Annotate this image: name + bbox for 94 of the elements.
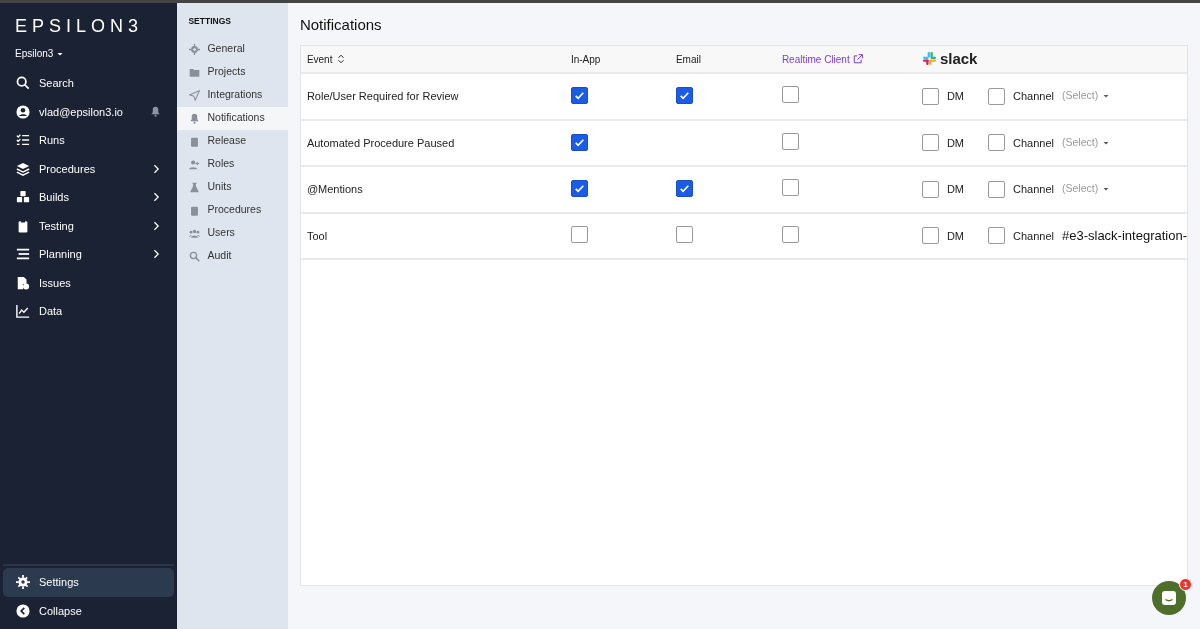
checkbox[interactable] xyxy=(921,87,939,105)
channel-label: Channel xyxy=(1013,182,1054,197)
bars-icon xyxy=(16,247,30,262)
nav-item[interactable]: Testing xyxy=(3,211,175,240)
search-icon xyxy=(189,250,201,262)
check-icon xyxy=(573,90,585,101)
settings-nav-item[interactable]: Release xyxy=(177,129,288,153)
cubes-icon xyxy=(16,190,30,205)
page-title: Notifications xyxy=(299,16,383,34)
chat-bubble-icon xyxy=(1161,590,1177,606)
nav-item[interactable]: Search xyxy=(3,69,175,98)
event-name: Automated Procedure Paused xyxy=(306,135,456,151)
external-link-icon xyxy=(852,54,863,64)
column-header: Email xyxy=(675,52,702,67)
layers-icon xyxy=(16,161,30,176)
channel-label: Channel xyxy=(1013,89,1054,104)
bell-icon xyxy=(150,106,162,118)
gear-icon xyxy=(16,575,30,590)
dm-label: DM xyxy=(946,89,964,104)
nav-item[interactable]: vlad@epsilon3.io xyxy=(3,97,175,126)
checkbox[interactable] xyxy=(570,87,588,104)
realtime-client-link[interactable]: Realtime Client xyxy=(781,51,863,67)
checkbox[interactable] xyxy=(675,87,693,104)
user-icon xyxy=(16,104,30,119)
nav-item[interactable]: Collapse xyxy=(3,596,175,625)
clipboard-icon xyxy=(16,218,30,233)
checkbox[interactable] xyxy=(570,180,588,197)
checkbox[interactable] xyxy=(781,132,799,150)
user-plus-icon xyxy=(189,158,201,170)
event-name: Tool xyxy=(306,228,329,244)
checkbox[interactable] xyxy=(570,225,588,243)
dm-label: DM xyxy=(946,135,964,151)
users-icon xyxy=(189,227,201,239)
nav-item[interactable]: Procedures xyxy=(3,154,175,183)
back-circle-icon xyxy=(16,603,30,618)
settings-nav-item[interactable]: Integrations xyxy=(177,83,288,107)
channel-label: Channel xyxy=(1013,228,1054,244)
checkbox[interactable] xyxy=(781,86,799,103)
checkbox[interactable] xyxy=(921,180,939,198)
nav-item[interactable]: Runs xyxy=(3,126,175,155)
settings-nav-item[interactable]: General xyxy=(177,37,288,61)
logo: EPSILON3 xyxy=(14,15,145,38)
checkbox[interactable] xyxy=(675,180,693,197)
event-name: @Mentions xyxy=(306,182,364,197)
column-header: Event xyxy=(306,52,333,67)
check-icon xyxy=(573,183,585,194)
clipboard-icon xyxy=(189,204,201,216)
workspace-dropdown[interactable]: Epsilon3 xyxy=(3,42,175,69)
send-icon xyxy=(189,89,201,101)
settings-nav-item[interactable]: Notifications xyxy=(177,106,288,130)
settings-nav-item[interactable]: Users xyxy=(177,221,288,245)
bell-icon xyxy=(189,112,201,124)
settings-nav-item[interactable]: Units xyxy=(177,175,288,199)
search-icon xyxy=(16,76,30,91)
nav-item[interactable]: Builds xyxy=(3,183,175,212)
channel-name: #e3-slack-integration- xyxy=(1062,227,1187,245)
chat-button[interactable] xyxy=(1152,581,1186,615)
folder-icon xyxy=(189,66,201,78)
nav-item[interactable]: Settings xyxy=(3,568,175,597)
checkbox[interactable] xyxy=(988,227,1005,245)
checklist-icon xyxy=(16,133,30,148)
slack-logo-icon xyxy=(921,51,937,67)
nav-item[interactable]: Issues xyxy=(3,268,175,297)
checkbox[interactable] xyxy=(921,134,939,152)
settings-nav-item[interactable]: Roles xyxy=(177,152,288,176)
slack-wordmark: slack xyxy=(939,48,978,69)
channel-label: Channel xyxy=(1013,135,1054,151)
check-icon xyxy=(573,136,585,148)
checkbox[interactable] xyxy=(988,134,1005,152)
checkbox[interactable] xyxy=(781,179,799,196)
nav-item[interactable]: Planning xyxy=(3,240,175,269)
dm-label: DM xyxy=(946,182,964,197)
check-icon xyxy=(678,183,690,194)
settings-nav-item[interactable]: Procedures xyxy=(177,198,288,222)
checkbox[interactable] xyxy=(570,133,588,151)
event-name: Role/User Required for Review xyxy=(306,89,460,104)
nav-item[interactable]: Data xyxy=(3,297,175,326)
sort-icon xyxy=(336,53,347,65)
check-icon xyxy=(678,90,690,101)
clipboard-icon xyxy=(189,135,201,147)
checkbox[interactable] xyxy=(781,225,799,243)
checkbox[interactable] xyxy=(675,225,693,243)
settings-nav-item[interactable]: Audit xyxy=(177,244,288,268)
checkbox[interactable] xyxy=(921,227,939,245)
column-header: In-App xyxy=(570,52,602,67)
settings-nav-item[interactable]: Projects xyxy=(177,60,288,84)
line-chart-icon xyxy=(16,304,30,319)
document-alert-icon xyxy=(16,275,30,290)
checkbox[interactable] xyxy=(988,87,1005,105)
gear-icon xyxy=(189,43,201,55)
flask-icon xyxy=(189,181,201,193)
dm-label: DM xyxy=(946,228,964,244)
checkbox[interactable] xyxy=(988,180,1005,198)
settings-heading: SETTINGS xyxy=(187,15,232,28)
